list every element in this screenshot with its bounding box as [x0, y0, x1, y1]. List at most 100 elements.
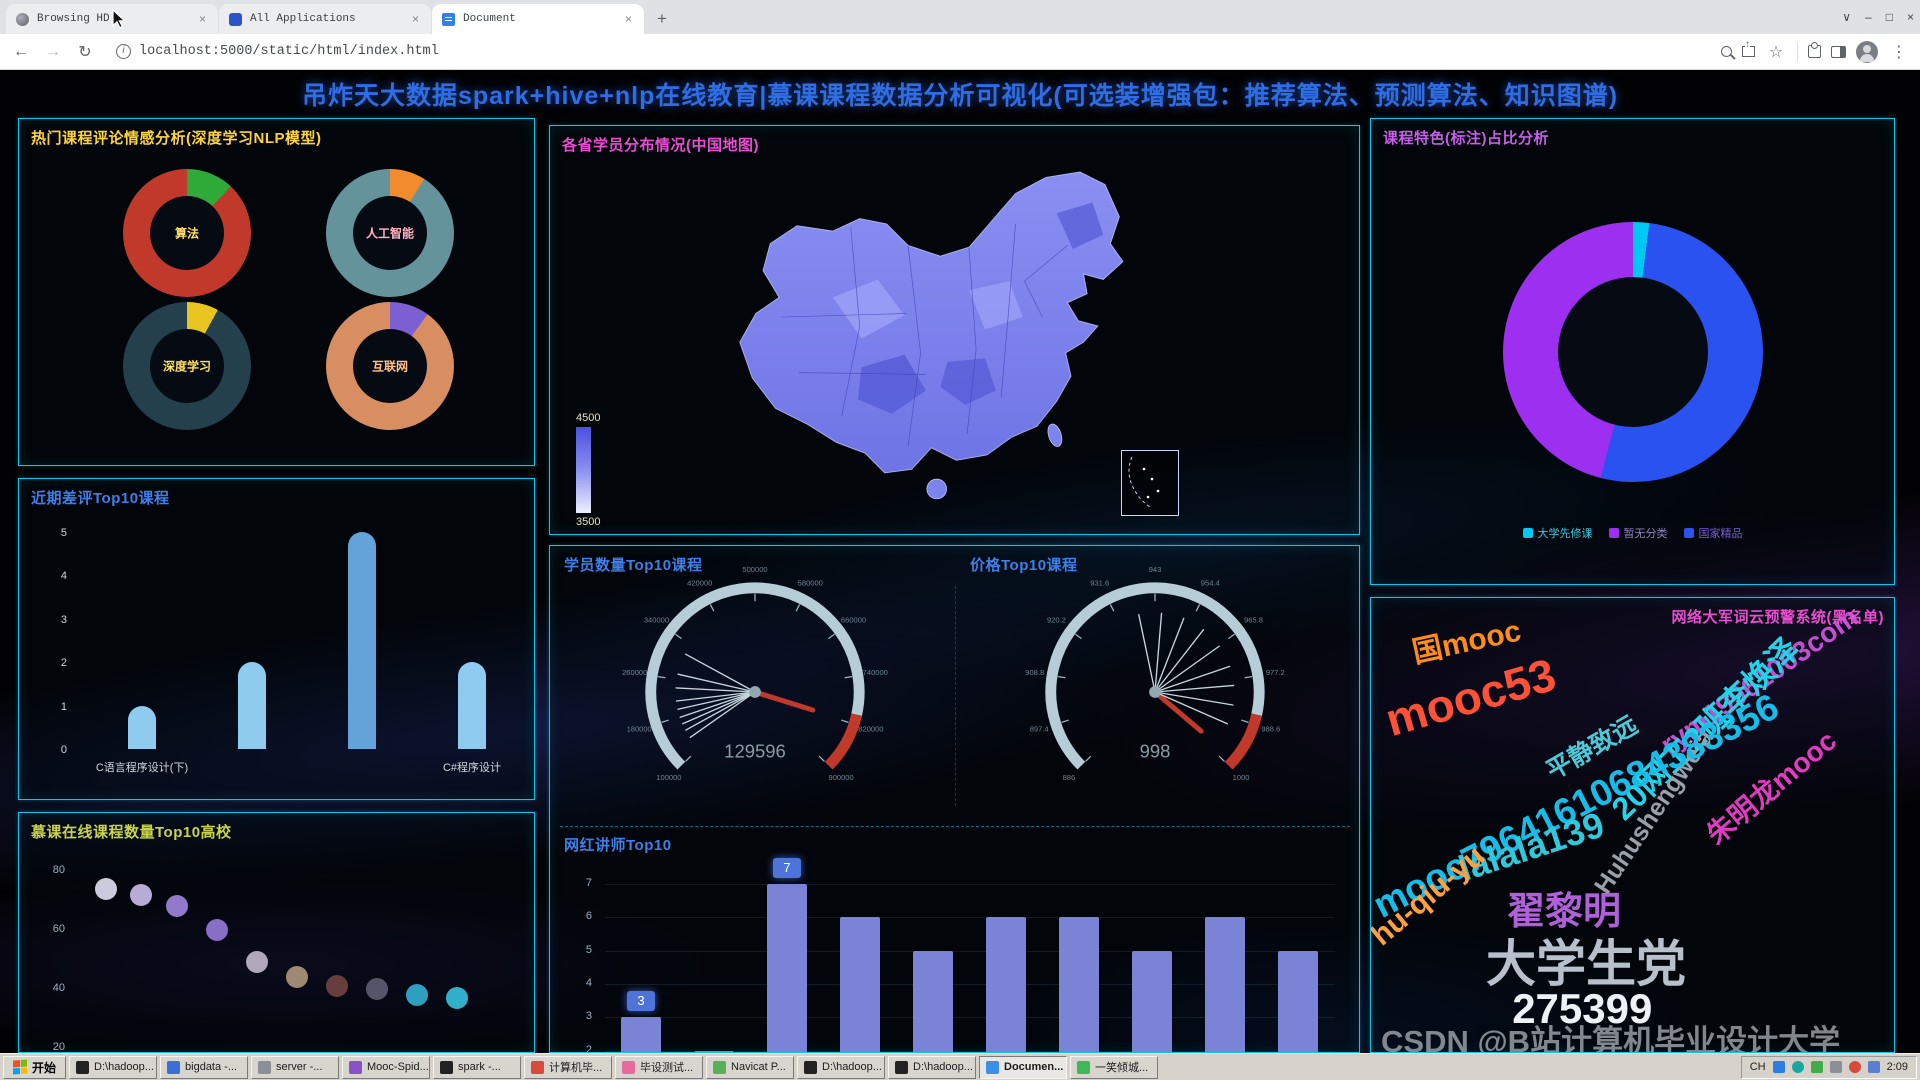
tab-close-icon[interactable]: × — [623, 12, 634, 26]
minimize-button[interactable]: – — [1865, 10, 1872, 24]
cloud-word: 大学生党 — [1486, 939, 1686, 989]
tray-messenger-icon[interactable] — [1849, 1061, 1861, 1073]
taskbar-clock[interactable]: 2:09 — [1887, 1061, 1908, 1073]
universities-scatter-chart[interactable]: 80604020 — [19, 813, 534, 1052]
url-input[interactable] — [139, 44, 1701, 59]
window-controls: ∨ – □ × — [1842, 0, 1914, 34]
site-info-icon[interactable]: i — [116, 44, 131, 59]
svg-text:900000: 900000 — [829, 773, 854, 782]
search-lens-icon[interactable] — [1721, 46, 1732, 57]
taskbar-button-label: 一笑倾城... — [1095, 1059, 1148, 1075]
tray-volume-icon[interactable] — [1830, 1061, 1842, 1073]
bar — [1132, 951, 1172, 1053]
teachers-bar-chart[interactable]: 76543237 — [550, 864, 1360, 1053]
extensions-puzzle-icon[interactable] — [1808, 45, 1821, 58]
taskbar-button-label: spark -... — [458, 1061, 501, 1073]
svg-text:100000: 100000 — [656, 773, 681, 782]
map-visualmap-legend[interactable]: 4500 3500 — [576, 412, 636, 528]
legend-item[interactable]: 大学先修课 — [1523, 525, 1593, 541]
browser-tab[interactable]: All Applications× — [219, 4, 431, 34]
hainan-island — [927, 479, 947, 499]
task-buttons: D:\hadoop...bigdata -...server -...Mooc-… — [69, 1056, 1158, 1079]
taskbar-button[interactable]: 毕设测试... — [615, 1056, 703, 1079]
taskbar-button[interactable]: spark -... — [433, 1056, 521, 1079]
china-map[interactable] — [630, 138, 1290, 523]
gauge-divider — [955, 586, 956, 806]
y-axis-label: 3 — [558, 1010, 592, 1022]
share-icon[interactable] — [1742, 46, 1755, 57]
panel-china-map: 各省学员分布情况(中国地图) — [549, 125, 1360, 535]
tray-antivirus-icon[interactable] — [1811, 1061, 1823, 1073]
scatter-dot — [246, 951, 268, 973]
legend-item[interactable]: 国家精品 — [1684, 525, 1743, 541]
tray-security-icon[interactable] — [1792, 1061, 1804, 1073]
tab-close-icon[interactable]: × — [410, 12, 421, 26]
csdn-watermark: CSDN @B站计算机毕业设计大学 — [1381, 1016, 1840, 1053]
x-axis-category: C语言程序设计(下) — [62, 759, 222, 775]
svg-text:988.6: 988.6 — [1261, 725, 1280, 734]
start-button[interactable]: 开始 — [3, 1056, 66, 1079]
language-indicator[interactable]: CH — [1750, 1061, 1766, 1073]
profile-avatar[interactable] — [1856, 41, 1878, 63]
taskbar-button[interactable]: Mooc-Spid... — [342, 1056, 430, 1079]
svg-text:260000: 260000 — [622, 668, 647, 677]
cloud-word: mooc53 — [1380, 651, 1560, 743]
taskbar-button-label: D:\hadoop... — [913, 1061, 973, 1073]
taskbar-button[interactable]: server -... — [251, 1056, 339, 1079]
legend-label: 暂无分类 — [1624, 525, 1668, 541]
wordcloud-chart[interactable]: 国moocrym19961003commooc5320网工2班李焕泽平静致远Hu… — [1371, 598, 1894, 1052]
taskbar-app-icon — [804, 1061, 817, 1074]
svg-text:500000: 500000 — [742, 566, 767, 574]
svg-text:943: 943 — [1149, 566, 1162, 574]
taskbar-button[interactable]: D:\hadoop... — [69, 1056, 157, 1079]
svg-text:920.2: 920.2 — [1047, 615, 1066, 624]
features-donut-chart[interactable] — [1503, 222, 1763, 482]
bad-reviews-bar-chart[interactable]: 012345C语言程序设计(下)C#程序设计 — [19, 479, 534, 799]
browser-tab-strip: Browsing HD×All Applications×Document× +… — [0, 0, 1920, 34]
taskbar-button[interactable]: 计算机毕... — [524, 1056, 612, 1079]
cloud-word: 翟黎明 — [1507, 893, 1621, 931]
back-icon[interactable]: ← — [10, 43, 32, 61]
side-panel-icon[interactable] — [1831, 46, 1846, 58]
students-gauge-chart[interactable]: 1000001800002600003400004200005000005800… — [565, 566, 945, 818]
tray-network-icon[interactable] — [1773, 1061, 1785, 1073]
legend-item[interactable]: 暂无分类 — [1609, 525, 1668, 541]
taskbar-button[interactable]: D:\hadoop... — [888, 1056, 976, 1079]
address-bar[interactable]: i — [106, 38, 1711, 66]
taskbar-button-label: 毕设测试... — [640, 1059, 693, 1075]
tray-usb-icon[interactable] — [1868, 1061, 1880, 1073]
svg-text:998: 998 — [1140, 741, 1171, 762]
start-label: 开始 — [32, 1059, 56, 1076]
forward-icon[interactable]: → — [42, 43, 64, 61]
close-button[interactable]: × — [1907, 10, 1914, 24]
new-tab-button[interactable]: + — [649, 6, 675, 32]
panel-bad-reviews: 近期差评Top10课程 012345C语言程序设计(下)C#程序设计 — [18, 478, 535, 800]
browser-tab[interactable]: Document × — [432, 4, 644, 34]
windows-logo-icon — [13, 1060, 27, 1075]
menu-dots-icon[interactable]: ⋮ — [1888, 42, 1910, 62]
taskbar-button[interactable]: Navicat P... — [706, 1056, 794, 1079]
features-legend[interactable]: 大学先修课 暂无分类 国家精品 — [1371, 525, 1894, 541]
panel-title: 学员数量Top10课程 — [564, 554, 703, 575]
taskbar-button[interactable]: D:\hadoop... — [797, 1056, 885, 1079]
taskbar-button[interactable]: 一笑倾城... — [1070, 1056, 1158, 1079]
legend-label: 国家精品 — [1699, 525, 1743, 541]
tab-close-icon[interactable]: × — [197, 12, 208, 26]
tab-title: Document — [463, 13, 615, 25]
reload-icon[interactable]: ↻ — [74, 42, 96, 62]
taskbar-app-icon — [440, 1061, 453, 1074]
y-axis-label: 20 — [31, 1041, 65, 1053]
page-title: 吊炸天大数据spark+hive+nlp在线教育|慕课课程数据分析可视化(可选装… — [0, 76, 1920, 112]
taskbar-button[interactable]: Documen... — [979, 1056, 1067, 1079]
maximize-button[interactable]: □ — [1886, 10, 1893, 24]
bookmark-star-icon[interactable]: ☆ — [1765, 42, 1787, 62]
svg-text:931.6: 931.6 — [1090, 578, 1109, 587]
panel-title: 价格Top10课程 — [970, 554, 1078, 575]
sentiment-donut: 算法 — [123, 169, 251, 297]
sentiment-donut-chart[interactable]: 算法人工智能深度学习互联网 — [19, 119, 534, 465]
bar — [1059, 917, 1099, 1053]
bar — [458, 662, 486, 749]
price-gauge-chart[interactable]: 886897.4908.8920.2931.6943954.4965.8977.… — [965, 566, 1345, 818]
tab-search-chevron-icon[interactable]: ∨ — [1842, 10, 1851, 24]
taskbar-button[interactable]: bigdata -... — [160, 1056, 248, 1079]
